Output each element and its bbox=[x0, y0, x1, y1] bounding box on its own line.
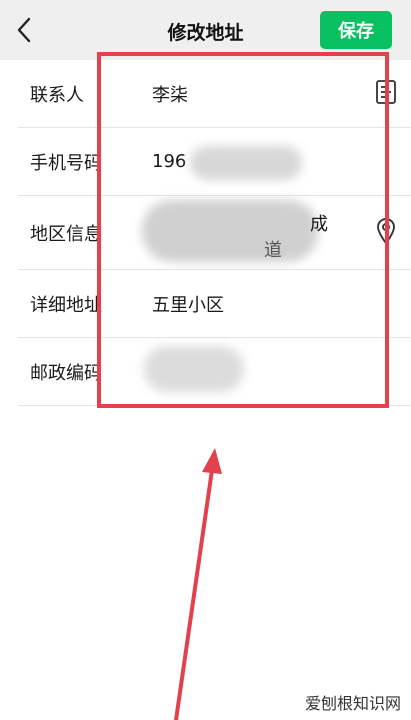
watermark: 爱刨根知识网 bbox=[304, 694, 401, 713]
annotation-arrow bbox=[174, 448, 222, 720]
